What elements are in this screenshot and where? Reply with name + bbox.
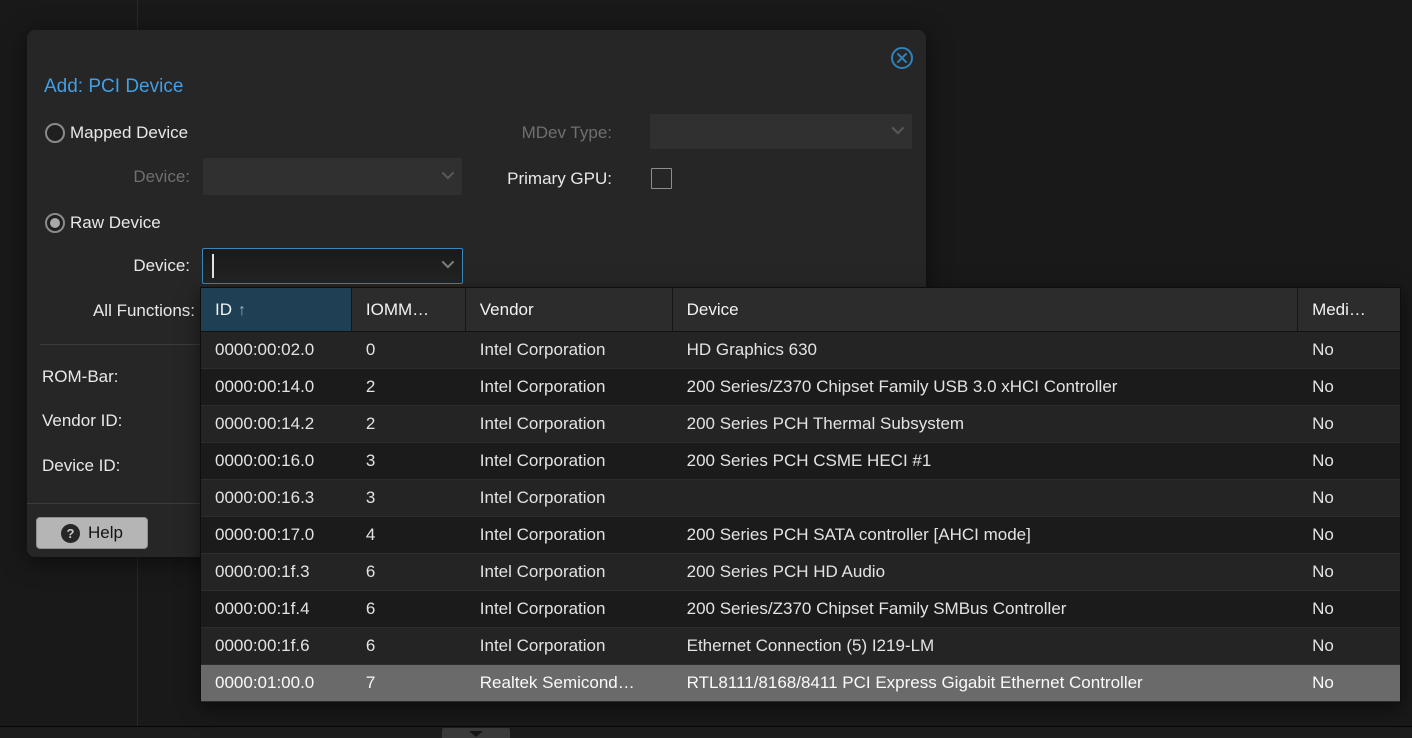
all-functions-label: All Functions:	[45, 301, 195, 321]
mdev-type-label: MDev Type:	[357, 123, 612, 143]
mapped-device-radio[interactable]	[45, 123, 65, 143]
table-row[interactable]: 0000:01:00.07Realtek Semicond…RTL8111/81…	[201, 665, 1400, 702]
raw-device-field-label: Device:	[87, 256, 190, 276]
table-cell: 0000:00:02.0	[201, 332, 352, 368]
table-cell: Intel Corporation	[466, 480, 673, 516]
device-id-label: Device ID:	[42, 456, 120, 476]
table-cell: 0	[352, 332, 466, 368]
column-header-id-label: ID	[215, 300, 232, 319]
table-cell: 0000:00:1f.3	[201, 554, 352, 590]
chevron-down-icon	[442, 256, 455, 269]
table-cell: 0000:01:00.0	[201, 665, 352, 701]
close-icon[interactable]	[890, 46, 914, 70]
table-cell: No	[1298, 406, 1400, 442]
table-cell: No	[1298, 369, 1400, 405]
column-header-vendor[interactable]: Vendor	[466, 288, 673, 331]
table-cell: Intel Corporation	[466, 332, 673, 368]
table-cell: Ethernet Connection (5) I219-LM	[673, 628, 1298, 664]
column-header-iommu[interactable]: IOMM…	[352, 288, 466, 331]
table-cell: Realtek Semicond…	[466, 665, 673, 701]
help-icon: ?	[61, 524, 80, 543]
column-header-mediated[interactable]: Medi…	[1298, 288, 1400, 331]
table-cell: Intel Corporation	[466, 591, 673, 627]
table-cell: No	[1298, 443, 1400, 479]
table-row[interactable]: 0000:00:02.00Intel CorporationHD Graphic…	[201, 332, 1400, 369]
table-cell: 3	[352, 443, 466, 479]
table-cell: 2	[352, 406, 466, 442]
mapped-device-field-label: Device:	[87, 167, 190, 187]
sort-ascending-icon: ↑	[238, 302, 246, 319]
table-cell: No	[1298, 591, 1400, 627]
mapped-device-combobox	[203, 158, 462, 195]
chevron-down-icon	[892, 121, 905, 134]
log-panel-collapsed-bar	[0, 726, 1412, 738]
table-cell: 200 Series/Z370 Chipset Family USB 3.0 x…	[673, 369, 1298, 405]
column-header-device[interactable]: Device	[673, 288, 1298, 331]
primary-gpu-checkbox[interactable]	[651, 168, 672, 189]
table-cell: Intel Corporation	[466, 628, 673, 664]
table-cell	[673, 480, 1298, 516]
table-row[interactable]: 0000:00:1f.46Intel Corporation200 Series…	[201, 591, 1400, 628]
table-cell: Intel Corporation	[466, 517, 673, 553]
table-cell: 200 Series PCH Thermal Subsystem	[673, 406, 1298, 442]
table-cell: Intel Corporation	[466, 443, 673, 479]
mapped-device-radio-label: Mapped Device	[70, 123, 188, 143]
table-cell: No	[1298, 517, 1400, 553]
table-row[interactable]: 0000:00:1f.36Intel Corporation200 Series…	[201, 554, 1400, 591]
primary-gpu-label: Primary GPU:	[492, 169, 612, 189]
table-cell: 6	[352, 628, 466, 664]
chevron-down-icon	[442, 166, 455, 179]
table-cell: No	[1298, 665, 1400, 701]
table-cell: 200 Series PCH SATA controller [AHCI mod…	[673, 517, 1298, 553]
rom-bar-label: ROM-Bar:	[42, 367, 119, 387]
table-cell: No	[1298, 480, 1400, 516]
mdev-type-combobox	[650, 114, 912, 149]
table-cell: No	[1298, 628, 1400, 664]
table-header-row: ID ↑ IOMM… Vendor Device Medi…	[201, 288, 1400, 332]
table-cell: Intel Corporation	[466, 369, 673, 405]
table-row[interactable]: 0000:00:16.03Intel Corporation200 Series…	[201, 443, 1400, 480]
column-header-id[interactable]: ID ↑	[201, 288, 352, 331]
table-cell: 0000:00:17.0	[201, 517, 352, 553]
table-cell: 7	[352, 665, 466, 701]
table-cell: 200 Series PCH CSME HECI #1	[673, 443, 1298, 479]
table-cell: 0000:00:14.2	[201, 406, 352, 442]
table-row[interactable]: 0000:00:14.02Intel Corporation200 Series…	[201, 369, 1400, 406]
table-cell: 0000:00:16.0	[201, 443, 352, 479]
raw-device-radio-label: Raw Device	[70, 213, 161, 233]
dialog-title: Add: PCI Device	[44, 76, 183, 98]
vendor-id-label: Vendor ID:	[42, 411, 122, 431]
table-cell: 200 Series PCH HD Audio	[673, 554, 1298, 590]
table-cell: 6	[352, 591, 466, 627]
table-cell: 6	[352, 554, 466, 590]
text-cursor	[212, 254, 214, 278]
table-cell: Intel Corporation	[466, 554, 673, 590]
help-button[interactable]: ? Help	[36, 517, 148, 549]
panel-expand-handle[interactable]	[442, 728, 510, 738]
table-cell: 4	[352, 517, 466, 553]
table-cell: No	[1298, 332, 1400, 368]
table-row[interactable]: 0000:00:17.04Intel Corporation200 Series…	[201, 517, 1400, 554]
table-cell: 0000:00:1f.6	[201, 628, 352, 664]
help-button-label: Help	[88, 523, 123, 543]
table-cell: 0000:00:16.3	[201, 480, 352, 516]
pci-device-picker: ID ↑ IOMM… Vendor Device Medi… 0000:00:02…	[200, 287, 1401, 703]
raw-device-radio[interactable]	[45, 213, 65, 233]
table-cell: 0000:00:1f.4	[201, 591, 352, 627]
raw-device-combobox[interactable]	[202, 248, 463, 284]
table-cell: RTL8111/8168/8411 PCI Express Gigabit Et…	[673, 665, 1298, 701]
chevron-down-icon	[469, 731, 483, 737]
table-cell: 0000:00:14.0	[201, 369, 352, 405]
table-row[interactable]: 0000:00:16.33Intel Corporation No	[201, 480, 1400, 517]
table-cell: Intel Corporation	[466, 406, 673, 442]
table-cell: 200 Series/Z370 Chipset Family SMBus Con…	[673, 591, 1298, 627]
table-row[interactable]: 0000:00:14.22Intel Corporation200 Series…	[201, 406, 1400, 443]
table-cell: HD Graphics 630	[673, 332, 1298, 368]
table-cell: No	[1298, 554, 1400, 590]
table-cell: 3	[352, 480, 466, 516]
table-cell: 2	[352, 369, 466, 405]
table-row[interactable]: 0000:00:1f.66Intel CorporationEthernet C…	[201, 628, 1400, 665]
device-table-body: 0000:00:02.00Intel CorporationHD Graphic…	[201, 332, 1400, 702]
